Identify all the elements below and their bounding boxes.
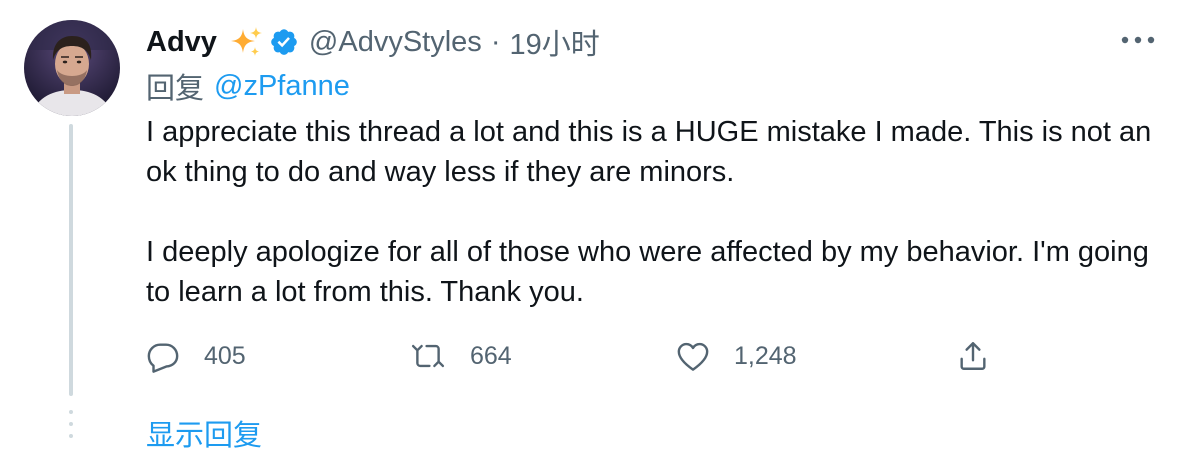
show-replies-link[interactable]: 显示回复 <box>146 412 262 454</box>
avatar[interactable] <box>24 20 120 116</box>
timestamp[interactable]: 19小时 <box>509 21 599 63</box>
replying-to-label: 回复 <box>146 73 205 105</box>
retweet-icon <box>411 344 445 368</box>
replying-to: 回复 @zPfanne <box>146 68 350 106</box>
action-bar: 405 664 1,248 <box>146 334 1046 378</box>
more-icon[interactable] <box>1118 28 1158 52</box>
tweet-paragraph: I appreciate this thread a lot and this … <box>146 116 1152 188</box>
sparkles-icon <box>229 25 263 59</box>
like-button[interactable]: 1,248 <box>676 334 797 378</box>
retweet-button[interactable]: 664 <box>410 334 512 378</box>
user-handle[interactable]: @AdvyStyles <box>309 26 482 59</box>
verified-badge-icon <box>269 27 299 57</box>
replying-to-mention[interactable]: @zPfanne <box>214 70 350 103</box>
thread-line <box>69 124 73 396</box>
avatar-image <box>24 20 120 116</box>
separator-dot: · <box>490 25 501 58</box>
display-name[interactable]: Advy <box>146 26 217 59</box>
heart-icon <box>677 342 709 371</box>
reply-button[interactable]: 405 <box>146 334 246 378</box>
tweet-paragraph: I deeply apologize for all of those who … <box>146 236 1149 308</box>
share-button[interactable] <box>956 334 990 378</box>
tweet-header: Advy @AdvyStyles · 19小时 <box>146 22 600 62</box>
thread-dots <box>69 410 73 446</box>
tweet[interactable]: Advy @AdvyStyles · 19小时 回复 @zPfanne I ap… <box>0 0 1184 452</box>
like-count: 1,248 <box>734 341 797 370</box>
tweet-text: I appreciate this thread a lot and this … <box>146 112 1156 312</box>
retweet-count: 664 <box>470 341 512 370</box>
reply-count: 405 <box>204 341 246 370</box>
reply-icon <box>147 343 179 373</box>
share-icon <box>960 342 986 370</box>
